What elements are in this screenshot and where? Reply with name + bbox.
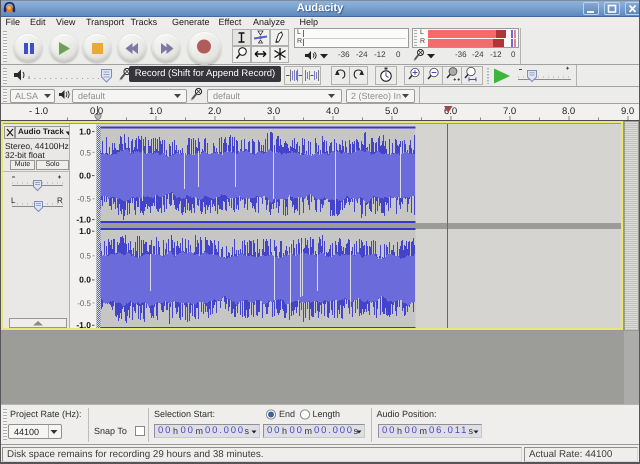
svg-text:L: L bbox=[11, 196, 16, 205]
svg-text:1.0: 1.0 bbox=[79, 127, 91, 137]
svg-text:-0.5: -0.5 bbox=[77, 195, 91, 204]
svg-text:0.5: 0.5 bbox=[80, 252, 92, 261]
svg-text:0.0: 0.0 bbox=[79, 275, 91, 285]
svg-text:-0.5: -0.5 bbox=[77, 299, 91, 308]
svg-text:1.0: 1.0 bbox=[79, 226, 91, 236]
svg-text:0.0: 0.0 bbox=[79, 171, 91, 181]
svg-text:-1.0: -1.0 bbox=[76, 215, 91, 225]
svg-text:0.5: 0.5 bbox=[80, 149, 92, 158]
svg-text:-1.0: -1.0 bbox=[76, 320, 91, 329]
